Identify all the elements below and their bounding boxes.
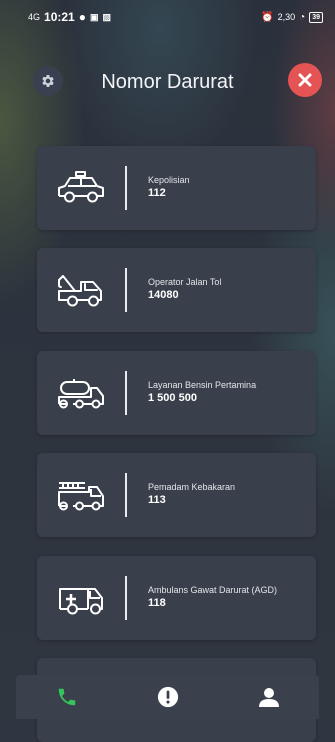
- signal-text: 4G: [28, 12, 41, 22]
- profile-icon: [258, 688, 279, 707]
- nav-profile[interactable]: [249, 682, 289, 712]
- phone-icon: [58, 688, 75, 706]
- police-car-icon: [58, 171, 104, 203]
- contact-card-fire[interactable]: Pemadam Kebakaran 113: [37, 453, 316, 537]
- fire-truck-icon: [58, 482, 104, 511]
- card-divider: [125, 268, 127, 312]
- card-divider: [125, 473, 127, 517]
- nav-phone[interactable]: [47, 682, 87, 712]
- close-button[interactable]: [288, 63, 322, 97]
- card-divider: [125, 166, 127, 210]
- header: Nomor Darurat: [0, 62, 335, 102]
- nav-alert[interactable]: [148, 682, 188, 712]
- contact-label: Pemadam Kebakaran: [148, 482, 236, 492]
- data-speed: 2,30: [277, 12, 296, 22]
- contact-number: 1 500 500: [148, 392, 197, 404]
- close-icon: [298, 73, 312, 87]
- contact-label: Operator Jalan Tol: [148, 277, 222, 287]
- ambulance-icon: [59, 588, 103, 615]
- status-bar: 4G 10:21 ● ▣ ▨ ⏰ 2,30 ◔ 39: [0, 0, 335, 34]
- alarm-icon: ⏰: [261, 11, 274, 23]
- contact-label: Kepolisian: [148, 175, 190, 185]
- contact-card-toll[interactable]: Operator Jalan Tol 14080: [37, 248, 316, 332]
- card-divider: [125, 576, 127, 620]
- contact-card-ambulance[interactable]: Ambulans Gawat Darurat (AGD) 118: [37, 556, 316, 640]
- tow-truck-icon: [58, 275, 102, 307]
- fuel-tanker-icon: [58, 379, 104, 409]
- contact-card-police[interactable]: Kepolisian 112: [37, 146, 316, 230]
- contact-card-fuel[interactable]: Layanan Bensin Pertamina 1 500 500: [37, 351, 316, 435]
- contact-number: 14080: [148, 289, 179, 301]
- app-icon: ▣: [89, 11, 99, 22]
- gallery-icon: ▨: [102, 11, 111, 22]
- contact-number: 113: [148, 494, 166, 506]
- battery-level: 39: [309, 11, 323, 23]
- contact-label: Ambulans Gawat Darurat (AGD): [148, 585, 278, 595]
- page-title: Nomor Darurat: [101, 71, 234, 93]
- status-time: 10:21: [44, 10, 75, 24]
- wifi-icon: ◔: [299, 11, 306, 23]
- card-divider: [125, 371, 127, 415]
- contact-label: Layanan Bensin Pertamina: [148, 380, 257, 390]
- contact-number: 112: [148, 187, 166, 199]
- bottom-nav: [16, 675, 319, 719]
- chat-icon: ●: [78, 10, 86, 24]
- contact-number: 118: [148, 597, 166, 609]
- alert-icon: [157, 686, 178, 708]
